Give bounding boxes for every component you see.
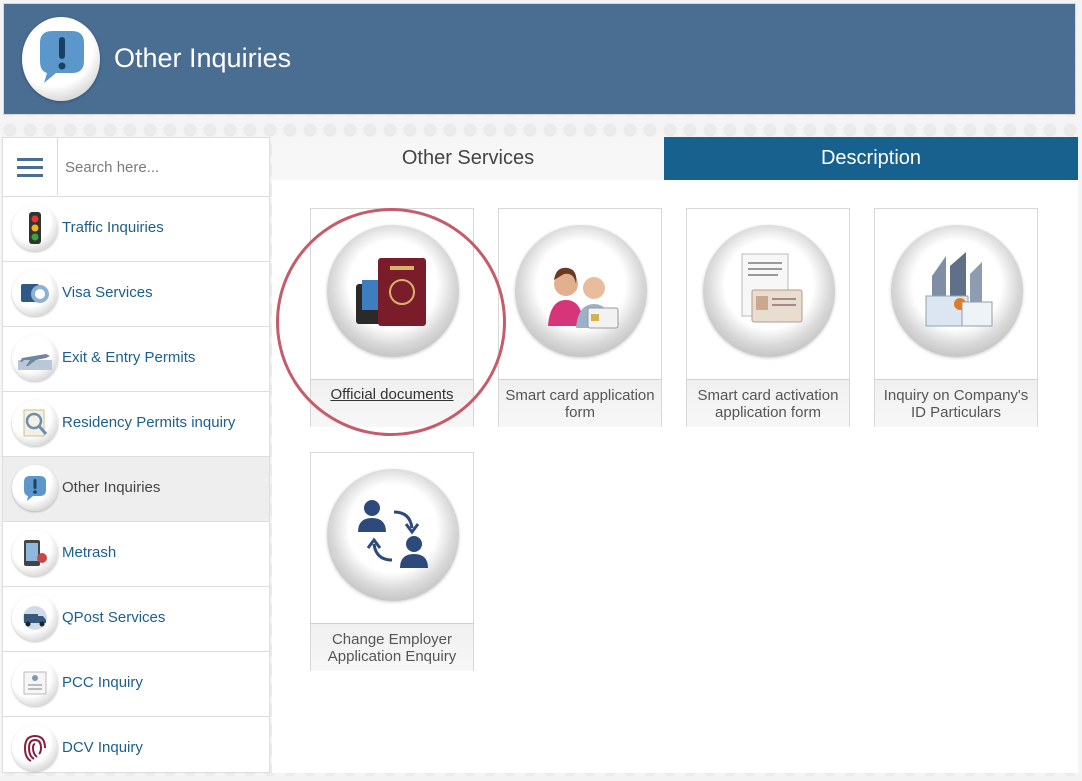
sidebar-item-label: Residency Permits inquiry bbox=[62, 414, 236, 431]
main-content: Other Services Description Official docu… bbox=[272, 137, 1078, 773]
service-card-smart-card-application[interactable]: Smart card application form bbox=[498, 208, 662, 427]
page-title: Other Inquiries bbox=[114, 43, 292, 73]
sidebar-item-visa-services[interactable]: Visa Services bbox=[3, 262, 269, 327]
sidebar-item-label: Traffic Inquiries bbox=[62, 219, 164, 236]
exclamation-bubble-icon bbox=[12, 465, 58, 511]
hamburger-icon bbox=[17, 157, 43, 177]
traffic-light-icon bbox=[12, 205, 58, 251]
sidebar-item-label: Other Inquiries bbox=[62, 479, 161, 496]
sidebar-item-metrash[interactable]: Metrash bbox=[3, 522, 269, 587]
sidebar-item-label: QPost Services bbox=[62, 609, 166, 626]
search-input[interactable] bbox=[63, 150, 262, 184]
id-documents-icon bbox=[703, 225, 835, 357]
sidebar-item-label: DCV Inquiry bbox=[62, 739, 143, 756]
card-label: Smart card application form bbox=[499, 379, 661, 427]
sidebar-item-label: Visa Services bbox=[62, 284, 153, 301]
passport-icon bbox=[327, 225, 459, 357]
tab-other-services[interactable]: Other Services bbox=[272, 137, 664, 180]
sidebar: Traffic Inquiries Visa Services Exit & E… bbox=[2, 137, 270, 773]
company-building-icon bbox=[891, 225, 1023, 357]
passport-stamp-icon bbox=[12, 270, 58, 316]
service-card-smart-card-activation[interactable]: Smart card activation application form bbox=[686, 208, 850, 427]
people-card-icon bbox=[515, 225, 647, 357]
service-card-company-id-particulars[interactable]: Inquiry on Company's ID Particulars bbox=[874, 208, 1038, 427]
sidebar-item-residency-permits[interactable]: Residency Permits inquiry bbox=[3, 392, 269, 457]
swap-employer-icon bbox=[327, 469, 459, 601]
page-header: Other Inquiries bbox=[4, 4, 1075, 114]
card-label: Change Employer Application Enquiry bbox=[311, 623, 473, 671]
fingerprint-icon bbox=[12, 725, 58, 771]
delivery-truck-icon bbox=[12, 595, 58, 641]
sidebar-item-label: PCC Inquiry bbox=[62, 674, 143, 691]
card-label[interactable]: Official documents bbox=[311, 379, 473, 427]
search-bar bbox=[3, 138, 269, 197]
service-card-change-employer[interactable]: Change Employer Application Enquiry bbox=[310, 452, 474, 671]
sidebar-item-qpost-services[interactable]: QPost Services bbox=[3, 587, 269, 652]
sidebar-item-pcc-inquiry[interactable]: PCC Inquiry bbox=[3, 652, 269, 717]
service-card-official-documents[interactable]: Official documents bbox=[310, 208, 474, 427]
airplane-icon bbox=[12, 335, 58, 381]
menu-button[interactable] bbox=[3, 138, 58, 195]
card-label: Smart card activation application form bbox=[687, 379, 849, 427]
magnifier-document-icon bbox=[12, 400, 58, 446]
certificate-icon bbox=[12, 660, 58, 706]
card-label: Inquiry on Company's ID Particulars bbox=[875, 379, 1037, 427]
sidebar-item-traffic-inquiries[interactable]: Traffic Inquiries bbox=[3, 197, 269, 262]
sidebar-item-other-inquiries[interactable]: Other Inquiries bbox=[3, 457, 269, 522]
tab-bar: Other Services Description bbox=[272, 137, 1078, 180]
tab-description[interactable]: Description bbox=[664, 137, 1078, 180]
sidebar-item-label: Metrash bbox=[62, 544, 117, 561]
sidebar-item-dcv-inquiry[interactable]: DCV Inquiry bbox=[3, 717, 269, 781]
sidebar-item-exit-entry-permits[interactable]: Exit & Entry Permits bbox=[3, 327, 269, 392]
sidebar-item-label: Exit & Entry Permits bbox=[62, 349, 196, 366]
exclamation-bubble-icon bbox=[22, 17, 100, 101]
phone-icon bbox=[12, 530, 58, 576]
